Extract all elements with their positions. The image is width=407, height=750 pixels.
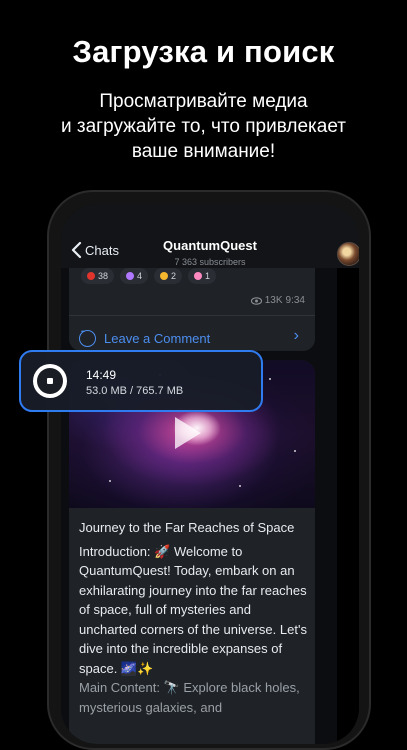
- channel-avatar[interactable]: [337, 242, 359, 266]
- divider: [69, 315, 315, 316]
- reaction-icon: [194, 272, 203, 280]
- post-title: Journey to the Far Reaches of Space: [79, 520, 295, 535]
- phone-frame: 38 4 2 1 13K 9:34 Leave a Comment ›: [47, 190, 371, 750]
- chat-header: Chats QuantumQuest 7 363 subscribers: [61, 204, 359, 268]
- reaction-icon: [87, 272, 95, 280]
- eye-icon: [250, 296, 262, 305]
- post-meta: 13K 9:34: [250, 295, 305, 306]
- post-text: Journey to the Far Reaches of Space Intr…: [79, 518, 311, 717]
- phone-screen: 38 4 2 1 13K 9:34 Leave a Comment ›: [61, 204, 359, 744]
- reaction-chip[interactable]: 2: [154, 268, 183, 284]
- promo-subline-1: Просматривайте медиа: [99, 91, 308, 112]
- post-body-more: Main Content: 🔭 Explore black holes, mys…: [79, 680, 300, 715]
- leave-comment-label: Leave a Comment: [104, 331, 211, 346]
- previous-post: 38 4 2 1 13K 9:34 Leave a Comment ›: [69, 262, 315, 351]
- chevron-right-icon[interactable]: ›: [294, 327, 299, 345]
- reaction-chip[interactable]: 1: [188, 268, 217, 284]
- promo-subline: Просматривайте медиа и загружайте то, чт…: [0, 89, 407, 164]
- stop-icon[interactable]: [33, 364, 67, 398]
- download-progress-card[interactable]: 14:49 53.0 MB / 765.7 MB: [19, 350, 263, 412]
- reaction-icon: [160, 272, 169, 280]
- download-size: 53.0 MB / 765.7 MB: [86, 385, 184, 397]
- reaction-chip[interactable]: 38: [81, 268, 115, 284]
- comment-icon: [79, 329, 96, 347]
- view-count: 13K: [264, 295, 283, 306]
- leave-comment-button[interactable]: Leave a Comment: [79, 329, 211, 347]
- post-body: Introduction: 🚀 Welcome to QuantumQuest!…: [79, 543, 307, 676]
- video-post: Journey to the Far Reaches of Space Intr…: [69, 360, 315, 744]
- subscriber-count: 7 363 subscribers: [174, 257, 246, 267]
- play-icon[interactable]: [175, 417, 201, 449]
- reaction-icon: [126, 272, 135, 280]
- reactions-row: 38 4 2 1: [81, 268, 217, 284]
- video-duration: 14:49: [86, 368, 117, 382]
- promo-subline-2: и загружайте то, что привлекает: [61, 116, 346, 137]
- promo-subline-3: ваше внимание!: [131, 141, 276, 162]
- promo-headline: Загрузка и поиск: [72, 34, 335, 69]
- channel-title[interactable]: QuantumQuest: [61, 238, 359, 253]
- reaction-chip[interactable]: 4: [120, 268, 149, 284]
- right-gutter: [337, 268, 359, 744]
- post-time: 9:34: [285, 295, 305, 306]
